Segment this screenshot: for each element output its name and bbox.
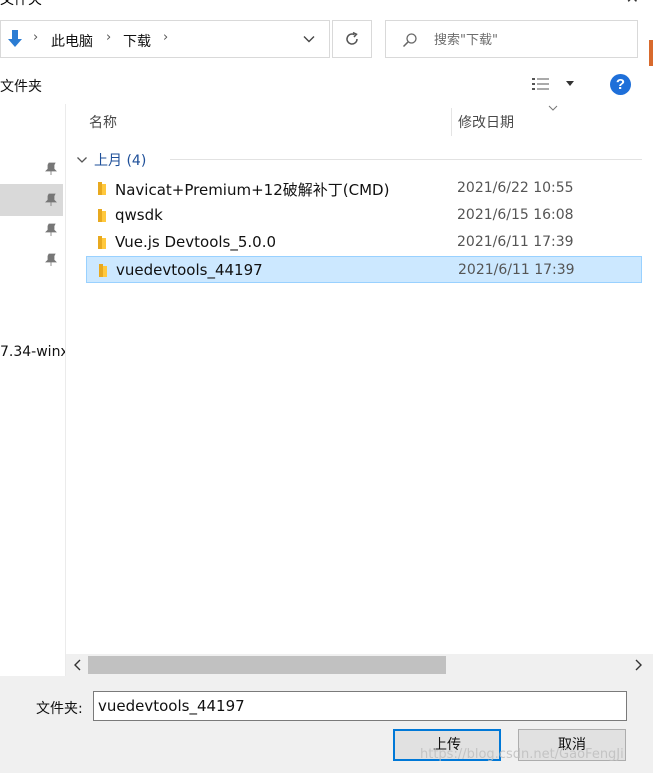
file-row[interactable]: Navicat+Premium+12破解补丁(CMD) 2021/6/22 10… (86, 175, 642, 202)
refresh-icon (346, 31, 358, 45)
sort-indicator-icon (548, 105, 558, 111)
folder-field-label: 文件夹: (36, 701, 83, 717)
title-bar: 文件夹 ✕ (0, 0, 653, 8)
chevron-right-icon[interactable]: › (163, 30, 168, 45)
chevron-down-icon[interactable] (76, 154, 88, 166)
folder-icon (98, 182, 106, 195)
pin-icon[interactable] (44, 162, 58, 176)
column-name[interactable]: 名称 (89, 112, 117, 132)
new-folder-button[interactable]: 文件夹 (0, 76, 42, 96)
close-icon[interactable]: ✕ (626, 0, 639, 7)
file-name: Vue.js Devtools_5.0.0 (115, 233, 277, 251)
download-arrow-icon (8, 30, 22, 47)
column-header: 名称 修改日期 (66, 104, 653, 138)
scrollbar-thumb[interactable] (88, 656, 446, 674)
help-button[interactable]: ? (610, 74, 631, 95)
pin-icon[interactable] (44, 253, 58, 267)
chevron-down-icon[interactable] (303, 33, 315, 45)
column-date-modified[interactable]: 修改日期 (458, 112, 514, 132)
file-row-selected[interactable]: vuedevtools_44197 2021/6/11 17:39 (86, 256, 642, 283)
chevron-right-icon[interactable]: › (33, 30, 38, 45)
folder-icon (99, 264, 107, 277)
file-name: qwsdk (115, 206, 163, 224)
search-box[interactable] (385, 20, 638, 58)
file-row[interactable]: qwsdk 2021/6/15 16:08 (86, 202, 642, 229)
group-divider (170, 159, 642, 160)
refresh-button[interactable] (332, 20, 372, 58)
file-list: 名称 修改日期 上月 (4) Navicat+Premium+12破解补丁(CM… (66, 104, 653, 654)
breadcrumb-downloads[interactable]: 下载 (123, 31, 151, 51)
search-input[interactable] (434, 29, 629, 51)
folder-icon (98, 236, 106, 249)
scroll-right-icon[interactable] (635, 659, 643, 671)
group-header[interactable]: 上月 (4) (76, 150, 642, 170)
pin-icon[interactable] (44, 193, 58, 207)
file-date: 2021/6/22 10:55 (457, 180, 574, 196)
navigation-pane: 7.34-winx (0, 104, 66, 676)
file-date: 2021/6/11 17:39 (458, 262, 575, 278)
breadcrumb-this-pc[interactable]: 此电脑 (51, 31, 93, 51)
file-date: 2021/6/15 16:08 (457, 207, 574, 223)
folder-name-input[interactable] (93, 691, 627, 721)
search-icon (402, 33, 417, 48)
nav-item-label[interactable]: 7.34-winx (0, 344, 65, 360)
file-date: 2021/6/11 17:39 (457, 234, 574, 250)
address-bar[interactable]: › 此电脑 › 下载 › (0, 20, 330, 58)
caret-down-icon[interactable] (565, 80, 575, 88)
scroll-left-icon[interactable] (73, 659, 81, 671)
view-options-icon[interactable] (531, 76, 551, 92)
toolbar: 文件夹 ? (0, 66, 653, 104)
window-title: 文件夹 (0, 0, 42, 8)
pin-icon[interactable] (44, 223, 58, 237)
file-row[interactable]: Vue.js Devtools_5.0.0 2021/6/11 17:39 (86, 229, 642, 256)
column-divider[interactable] (451, 108, 452, 136)
file-name: Navicat+Premium+12破解补丁(CMD) (115, 181, 390, 199)
file-name: vuedevtools_44197 (116, 261, 263, 279)
watermark-text: https://blog.csdn.net/GaoFengJi (420, 747, 624, 762)
chevron-right-icon[interactable]: › (106, 30, 111, 45)
folder-icon (98, 209, 106, 222)
group-label: 上月 (4) (94, 153, 147, 169)
horizontal-scrollbar[interactable] (66, 654, 653, 676)
